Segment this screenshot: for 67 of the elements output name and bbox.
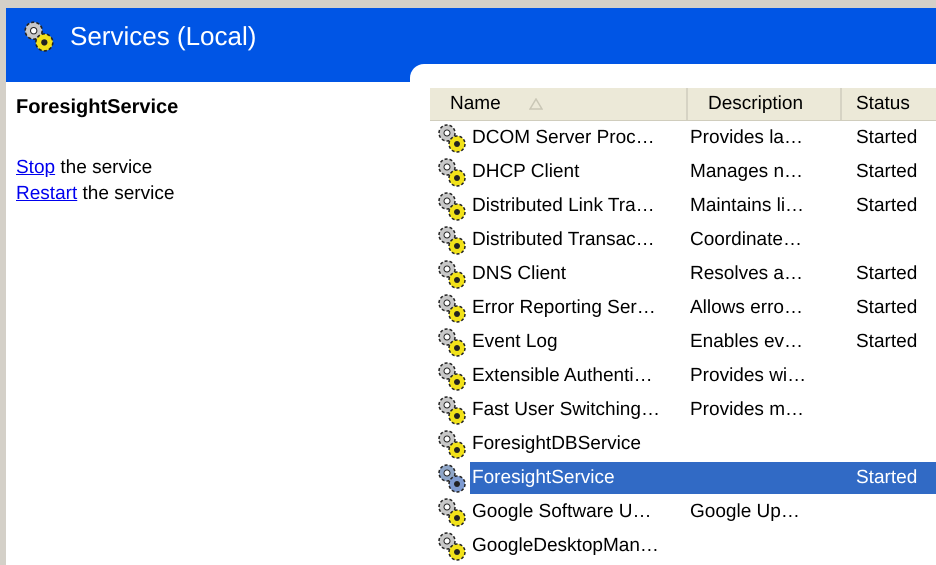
table-cell-text: Fast User Switching…: [471, 399, 661, 421]
table-cell-text: DNS Client: [471, 263, 567, 285]
service-row[interactable]: Extensible Authenti… Provides wi…: [470, 360, 936, 392]
column-header[interactable]: Name: [430, 88, 688, 120]
table-cell-text: Manages n…: [689, 161, 804, 183]
table-cell-text: Google Software U…: [471, 501, 653, 523]
column-header[interactable]: Status: [842, 88, 936, 120]
table-cell-text: Allows erro…: [689, 297, 804, 319]
service-gear-icon: [436, 326, 468, 358]
service-gear-icon: [436, 530, 468, 562]
service-gear-icon: [436, 292, 468, 324]
table-cell-text: Started: [855, 297, 918, 319]
table-cell-text: Event Log: [471, 331, 559, 353]
service-row[interactable]: Distributed Link Tra… Maintains li… Started: [470, 190, 936, 222]
service-gear-icon: [436, 360, 468, 392]
table-cell-text: Coordinate…: [689, 229, 803, 251]
table-cell-text: Error Reporting Ser…: [471, 297, 657, 319]
service-row[interactable]: Error Reporting Ser… Allows erro… Started: [470, 292, 936, 324]
service-row[interactable]: Event Log Enables ev… Started: [470, 326, 936, 358]
table-cell-text: Started: [855, 127, 918, 149]
panel-title: Services (Local): [70, 20, 256, 52]
table-cell-text: Distributed Link Tra…: [471, 195, 656, 217]
table-cell-text: Started: [855, 195, 918, 217]
table-cell-text: GoogleDesktopMan…: [471, 535, 660, 557]
sort-arrow-icon: [528, 98, 543, 110]
table-cell-text: Distributed Transac…: [471, 229, 656, 251]
service-row[interactable]: Fast User Switching… Provides m…: [470, 394, 936, 426]
table-cell-text: Provides la…: [689, 127, 804, 149]
table-cell-text: Provides m…: [689, 399, 806, 421]
service-row[interactable]: DNS Client Resolves a… Started: [470, 258, 936, 290]
service-row[interactable]: GoogleDesktopMan…: [470, 530, 936, 562]
table-cell-text: Maintains li…: [689, 195, 806, 217]
service-gear-icon: [436, 122, 468, 154]
service-row[interactable]: DHCP Client Manages n… Started: [470, 156, 936, 188]
service-gear-icon: [436, 496, 468, 528]
table-cell-text: Extensible Authenti…: [471, 365, 654, 387]
service-name: ForesightService: [16, 96, 180, 119]
action-text: the service: [82, 183, 174, 204]
table-cell-text: ForesightDBService: [471, 433, 642, 455]
service-gear-icon: [436, 156, 468, 188]
service-row[interactable]: ForesightDBService: [470, 428, 936, 460]
table-cell-text: Resolves a…: [689, 263, 804, 285]
table-cell-text: Google Up…: [689, 501, 801, 523]
services-gear-icon: [22, 19, 56, 53]
table-cell-text: Enables ev…: [689, 331, 804, 353]
action-link[interactable]: Stop: [16, 157, 56, 178]
table-cell-text: ForesightService: [471, 467, 616, 489]
service-gear-icon: [436, 462, 468, 494]
service-gear-icon: [436, 224, 468, 256]
service-gear-icon: [436, 428, 468, 460]
service-gear-icon: [436, 394, 468, 426]
action-link[interactable]: Restart: [16, 183, 78, 204]
service-row[interactable]: Google Software U… Google Up…: [470, 496, 936, 528]
table-cell-text: Started: [855, 263, 918, 285]
service-gear-icon: [436, 258, 468, 290]
column-header[interactable]: Description: [688, 88, 842, 120]
table-cell-text: Started: [855, 161, 918, 183]
table-cell-text: Started: [855, 331, 918, 353]
service-gear-icon: [436, 190, 468, 222]
table-cell-text: DCOM Server Proc…: [471, 127, 656, 149]
table-cell-text: DHCP Client: [471, 161, 580, 183]
table-cell-text: Started: [855, 467, 918, 489]
table-cell-text: Provides wi…: [689, 365, 808, 387]
service-row[interactable]: DCOM Server Proc… Provides la… Started: [470, 122, 936, 154]
action-text: the service: [60, 157, 152, 178]
service-row[interactable]: ForesightService Started: [470, 462, 936, 494]
service-row[interactable]: Distributed Transac… Coordinate…: [470, 224, 936, 256]
